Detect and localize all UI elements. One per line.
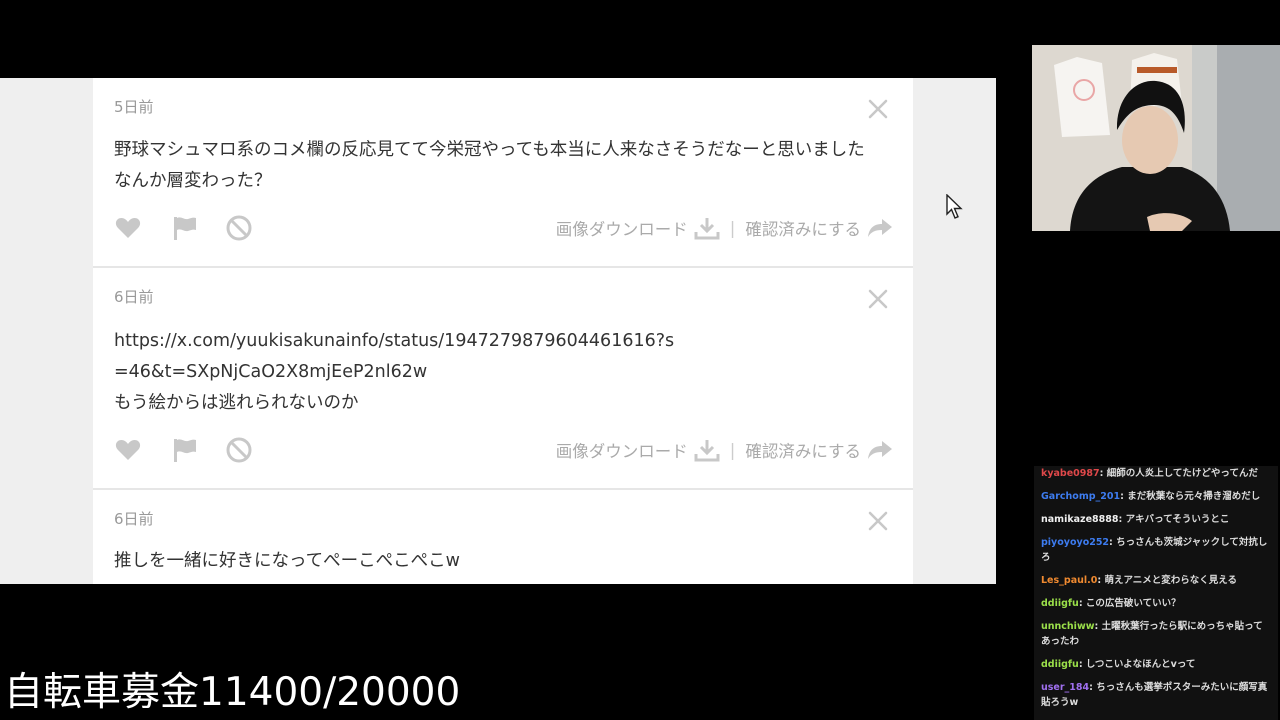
chat-message: unnchiww: 土曜秋葉行ったら駅にめっちゃ貼ってあったわ — [1034, 615, 1278, 653]
chat-separator: : — [1078, 659, 1086, 670]
chat-separator: : — [1094, 621, 1102, 632]
message-text: https://x.com/yuukisakunainfo/status/194… — [114, 331, 675, 413]
message-card: 5日前 野球マシュマロ系のコメ欄の反応見てて今栄冠やっても本当に人来なさそうだな… — [93, 78, 913, 268]
chat-text: しつこいよなほんとvって — [1085, 659, 1196, 670]
chat-text: この広告破いていい？ — [1085, 598, 1181, 609]
chat-username: ddiigfu — [1041, 598, 1079, 609]
chat-username: Garchomp_201 — [1041, 491, 1121, 502]
close-icon[interactable] — [867, 288, 889, 310]
message-right-actions: 画像ダウンロード | 確認済みにする — [556, 438, 893, 462]
share-icon[interactable] — [867, 439, 893, 461]
chat-message: namikaze8888: アキバってそういうとこ — [1034, 508, 1278, 531]
chat-message: user_184: ちっさんも選挙ポスターみたいに顔写真貼ろうw — [1034, 676, 1278, 714]
mouse-cursor-icon — [946, 194, 963, 219]
divider: | — [729, 440, 736, 460]
message-actions: 画像ダウンロード | 確認済みにする — [114, 214, 893, 244]
heart-icon[interactable] — [114, 214, 142, 242]
chat-username: kyabe0987 — [1041, 468, 1100, 479]
flag-icon[interactable] — [171, 436, 199, 464]
chat-panel: kyabe0987: 細師の人炎上してたけどやってんだ Garchomp_201… — [1034, 466, 1278, 720]
flag-icon[interactable] — [171, 214, 199, 242]
chat-username: unnchiww — [1041, 621, 1095, 632]
image-download-link[interactable]: 画像ダウンロード — [556, 216, 688, 240]
mark-confirmed-link[interactable]: 確認済みにする — [745, 216, 861, 240]
message-card: 6日前 推しを一緒に好きになってぺーこぺこぺこw — [93, 490, 913, 584]
chat-text: まだ秋葉なら元々掃き溜めだし — [1127, 491, 1261, 502]
share-icon[interactable] — [867, 217, 893, 239]
message-time: 5日前 — [114, 98, 154, 116]
chat-username: Les_paul.0 — [1041, 575, 1098, 586]
message-actions: 画像ダウンロード | 確認済みにする — [114, 436, 893, 466]
close-icon[interactable] — [867, 98, 889, 120]
image-download-link[interactable]: 画像ダウンロード — [556, 438, 688, 462]
chat-username: ddiigfu — [1041, 659, 1079, 670]
chat-separator: : — [1078, 598, 1086, 609]
close-icon[interactable] — [867, 510, 889, 532]
chat-text: 萌えアニメと変わらなく見える — [1104, 575, 1237, 586]
message-text: 推しを一緒に好きになってぺーこぺこぺこw — [114, 551, 460, 571]
heart-icon[interactable] — [114, 436, 142, 464]
donation-goal-text: 自転車募金11400/20000 — [4, 670, 461, 715]
message-text: 野球マシュマロ系のコメ欄の反応見てて今栄冠やっても本当に人来なさそうだなーと思い… — [114, 140, 883, 191]
chat-username: namikaze8888 — [1041, 514, 1119, 525]
chat-separator: : — [1099, 468, 1107, 479]
chat-username: user_184 — [1041, 682, 1090, 693]
message-time: 6日前 — [114, 510, 154, 528]
chat-text: 細師の人炎上してたけどやってんだ — [1106, 468, 1258, 479]
chat-message: Garchomp_201: まだ秋葉なら元々掃き溜めだし — [1034, 485, 1278, 508]
message-card: 6日前 https://x.com/yuukisakunainfo/status… — [93, 268, 913, 490]
block-icon[interactable] — [225, 436, 253, 464]
chat-username: piyoyoyo252 — [1041, 537, 1110, 548]
webcam-feed — [1032, 45, 1280, 231]
chat-message: Les_paul.0: 萌えアニメと変わらなく見える — [1034, 569, 1278, 592]
chat-message: piyoyoyo252: ちっさんも茨城ジャックして対抗しろ — [1034, 531, 1278, 569]
message-feed: 5日前 野球マシュマロ系のコメ欄の反応見てて今栄冠やっても本当に人来なさそうだな… — [93, 78, 913, 584]
divider: | — [729, 218, 736, 238]
download-icon[interactable] — [694, 216, 720, 240]
message-time: 6日前 — [114, 288, 154, 306]
chat-message: kyabe0987: 細師の人炎上してたけどやってんだ — [1034, 466, 1278, 485]
webcam-image — [1032, 45, 1280, 231]
chat-separator: : — [1118, 514, 1126, 525]
chat-text: アキバってそういうとこ — [1125, 514, 1230, 525]
chat-message: ddiigfu: この広告破いていい？ — [1034, 592, 1278, 615]
chat-message: ddiigfu: しつこいよなほんとvって — [1034, 653, 1278, 676]
block-icon[interactable] — [225, 214, 253, 242]
message-right-actions: 画像ダウンロード | 確認済みにする — [556, 216, 893, 240]
browser-viewport: 5日前 野球マシュマロ系のコメ欄の反応見てて今栄冠やっても本当に人来なさそうだな… — [0, 78, 996, 584]
download-icon[interactable] — [694, 438, 720, 462]
mark-confirmed-link[interactable]: 確認済みにする — [745, 438, 861, 462]
